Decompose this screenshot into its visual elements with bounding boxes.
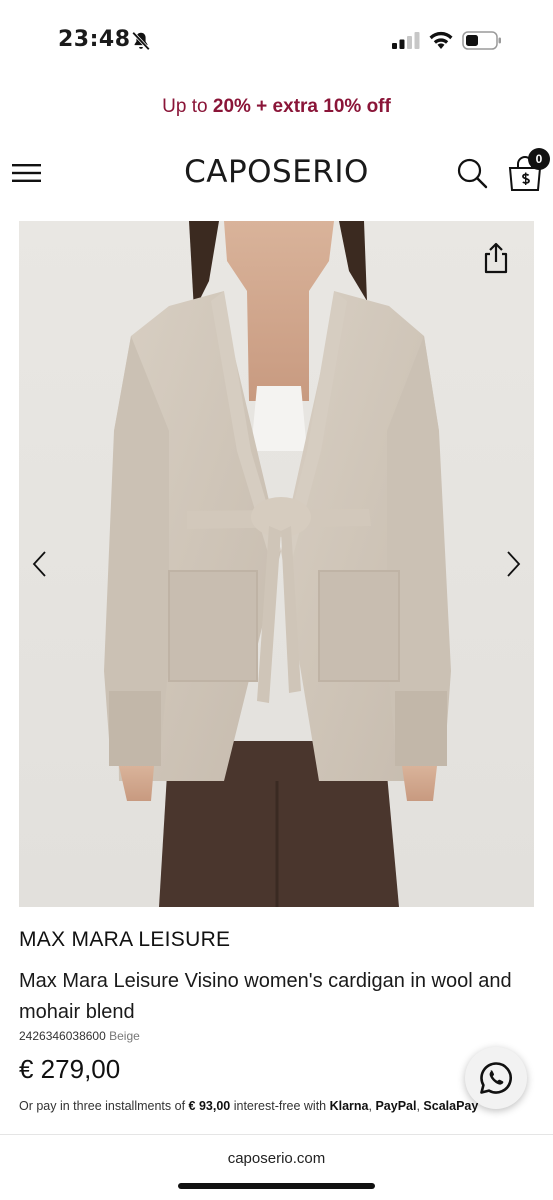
product-brand[interactable]: MAX MARA LEISURE xyxy=(19,928,230,952)
installments-info: Or pay in three installments of € 93,00 … xyxy=(19,1099,519,1113)
product-sku: 2426346038600 xyxy=(19,1029,106,1043)
product-sku-line: 2426346038600 Beige xyxy=(19,1029,140,1043)
product-color: Beige xyxy=(109,1029,140,1043)
whatsapp-chat-button[interactable] xyxy=(465,1047,527,1109)
browser-url[interactable]: caposerio.com xyxy=(0,1150,553,1167)
status-time: 23:48 xyxy=(58,27,131,52)
provider-scalapay: ScalaPay xyxy=(423,1099,479,1113)
site-header: CAPOSERIO xyxy=(0,140,553,206)
product-gallery[interactable] xyxy=(19,221,534,907)
bottom-divider xyxy=(0,1134,553,1135)
promo-highlight: 20% + extra 10% off xyxy=(212,96,391,117)
product-image xyxy=(19,221,534,907)
chevron-right-icon[interactable] xyxy=(502,549,524,579)
status-bar: 23:48 xyxy=(0,0,553,82)
provider-paypal: PayPal xyxy=(375,1099,417,1113)
wifi-icon xyxy=(429,31,453,49)
provider-klarna: Klarna xyxy=(329,1099,369,1113)
installments-prefix: Or pay in three installments of xyxy=(19,1099,189,1113)
chevron-left-icon[interactable] xyxy=(29,549,51,579)
promo-banner[interactable]: Up to 20% + extra 10% off xyxy=(0,96,553,118)
cellular-signal-icon xyxy=(392,32,420,49)
cart-count-badge: 0 xyxy=(528,148,550,170)
installments-middle: interest-free with xyxy=(230,1099,330,1113)
bell-slash-icon xyxy=(132,31,150,51)
promo-prefix: Up to xyxy=(162,96,213,117)
battery-icon xyxy=(462,31,501,50)
search-icon[interactable] xyxy=(456,157,488,189)
share-icon[interactable] xyxy=(480,241,512,275)
installments-amount: € 93,00 xyxy=(188,1099,231,1113)
home-indicator[interactable] xyxy=(178,1183,375,1189)
whatsapp-icon xyxy=(480,1062,512,1094)
product-price: € 279,00 xyxy=(19,1054,121,1084)
product-title: Max Mara Leisure Visino women's cardigan… xyxy=(19,970,512,1023)
